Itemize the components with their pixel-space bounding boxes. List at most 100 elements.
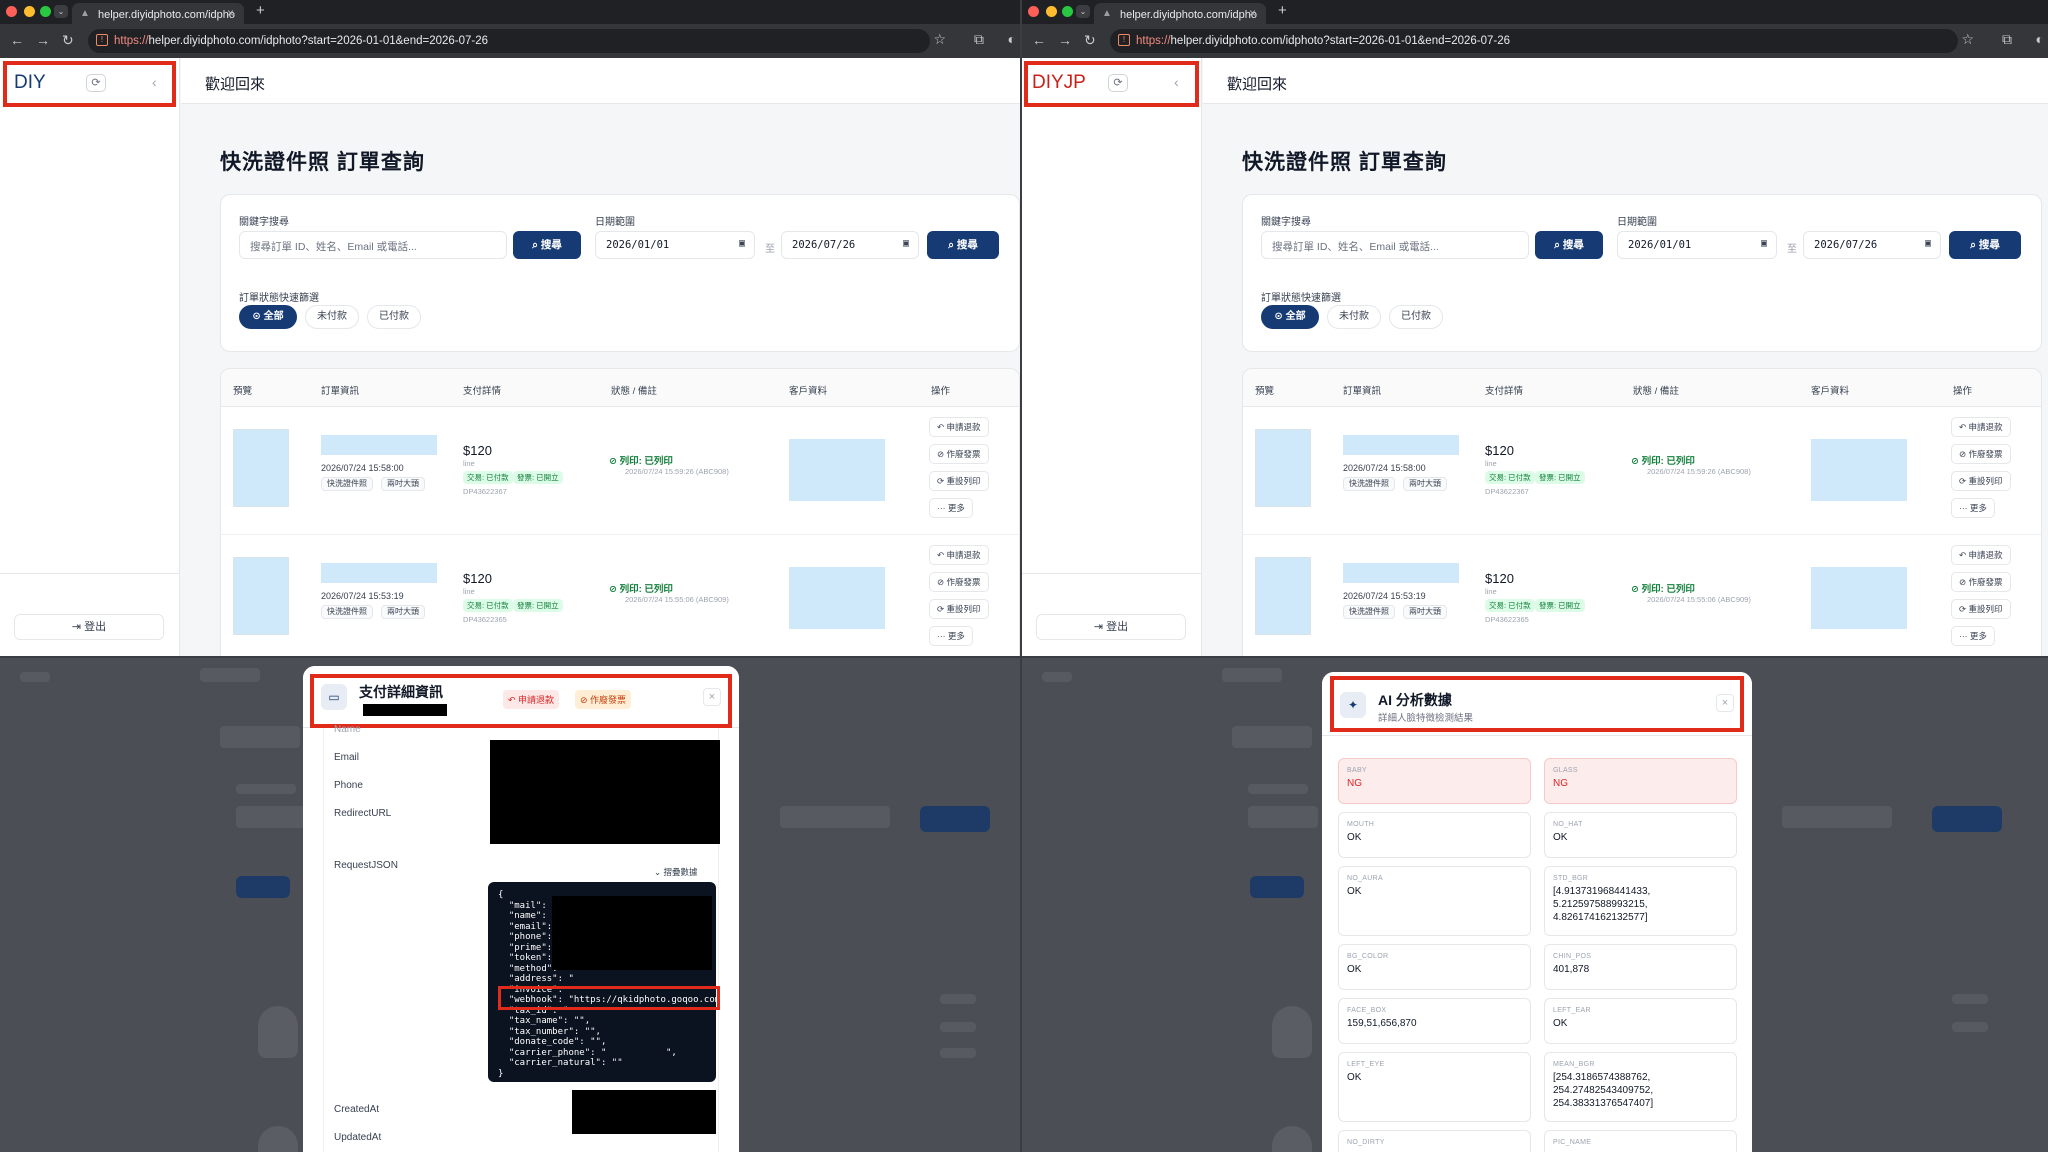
invoice-status-badge: 發票: 已開立: [513, 471, 563, 484]
calendar-icon[interactable]: ▣: [739, 238, 745, 249]
site-info-icon[interactable]: !: [1118, 34, 1130, 46]
table-row[interactable]: 2026/07/24 15:53:19 快洗證件照 兩吋大頭 $120 line…: [1243, 535, 2041, 656]
filter-paid-pill[interactable]: 已付款: [1389, 305, 1443, 329]
start-date-input[interactable]: 2026/01/01 ▣: [595, 231, 755, 259]
close-window-dot[interactable]: [6, 6, 17, 17]
calendar-icon[interactable]: ▣: [903, 238, 909, 249]
col-actions: 操作: [1953, 386, 1973, 397]
reset-print-button[interactable]: ⟳ 重設列印: [1951, 471, 2011, 491]
profile-icon[interactable]: ◐: [1008, 31, 1016, 47]
refund-button[interactable]: ↶ 申請退款: [929, 545, 989, 565]
filter-all-pill[interactable]: ⊙ 全部: [1261, 305, 1319, 329]
reload-icon[interactable]: ↻: [1084, 32, 1096, 49]
close-tab-icon[interactable]: ×: [227, 6, 238, 20]
photo-thumbnail[interactable]: [233, 557, 289, 635]
bookmark-star-icon[interactable]: ☆: [1961, 31, 1974, 48]
profile-icon[interactable]: ◐: [2036, 31, 2044, 47]
reset-print-label: 重設列印: [1968, 476, 2003, 486]
logout-button[interactable]: ⇥ 登出: [1036, 614, 1186, 640]
forward-icon[interactable]: →: [36, 32, 50, 48]
void-invoice-button[interactable]: ⊘ 作廢發票: [929, 444, 989, 464]
size-tag: 兩吋大頭: [1403, 477, 1447, 491]
photo-thumbnail[interactable]: [233, 429, 289, 507]
browser-tab[interactable]: ▲ helper.diyidphoto.com/idpho ×: [1094, 3, 1266, 24]
minimize-window-dot[interactable]: [24, 6, 35, 17]
filter-unpaid-pill[interactable]: 未付款: [1327, 305, 1381, 329]
table-row[interactable]: 2026/07/24 15:58:00 快洗證件照 兩吋大頭 $120 line…: [1243, 407, 2041, 535]
highlight-box: [3, 61, 176, 107]
top-bar: 歡迎回來: [181, 58, 1020, 104]
more-button[interactable]: ··· 更多: [1951, 498, 1995, 518]
more-button[interactable]: ··· 更多: [929, 626, 973, 646]
close-window-dot[interactable]: [1028, 6, 1039, 17]
status-filter-label: 訂單狀態快速篩選: [1261, 293, 1341, 304]
calendar-icon[interactable]: ▣: [1761, 238, 1767, 249]
table-row[interactable]: 2026/07/24 15:58:00 快洗證件照 兩吋大頭 $120 line…: [221, 407, 1019, 535]
new-tab-icon[interactable]: +: [1278, 2, 1287, 19]
payment-status-badge: 交易: 已付款: [463, 471, 513, 484]
calendar-icon[interactable]: ▣: [1925, 238, 1931, 249]
photo-thumbnail[interactable]: [1255, 557, 1311, 635]
redacted-customer-info: [1811, 439, 1907, 501]
browser-tab[interactable]: ▲ helper.diyidphoto.com/idpho ×: [72, 3, 244, 24]
filter-card: 關鍵字搜尋 搜尋訂單 ID、姓名、Email 或電話... ⌕ 搜尋 日期範圍 …: [220, 194, 1020, 352]
bookmark-star-icon[interactable]: ☆: [933, 31, 946, 48]
new-tab-icon[interactable]: +: [256, 2, 265, 19]
maximize-window-dot[interactable]: [40, 6, 51, 17]
refund-button[interactable]: ↶ 申請退款: [1951, 417, 2011, 437]
back-icon[interactable]: ←: [10, 32, 24, 48]
browser-chrome: ⌄ ▲ helper.diyidphoto.com/idpho × + ← → …: [0, 0, 1020, 58]
site-info-icon[interactable]: !: [96, 34, 108, 46]
keyword-search-input[interactable]: 搜尋訂單 ID、姓名、Email 或電話...: [1261, 231, 1529, 259]
dimmed-content: [1222, 668, 1282, 682]
reset-print-button[interactable]: ⟳ 重設列印: [1951, 599, 2011, 619]
tab-search-icon[interactable]: ⌄: [1076, 5, 1090, 18]
keyword-search-input[interactable]: 搜尋訂單 ID、姓名、Email 或電話...: [239, 231, 507, 259]
redacted-customer-info: [789, 439, 885, 501]
ai-result-key: GLASS: [1553, 767, 1578, 774]
forward-icon[interactable]: →: [1058, 32, 1072, 48]
back-icon[interactable]: ←: [1032, 32, 1046, 48]
filter-paid-pill[interactable]: 已付款: [367, 305, 421, 329]
extensions-icon[interactable]: ⧉: [974, 31, 984, 48]
reload-icon[interactable]: ↻: [62, 32, 74, 49]
end-date-input[interactable]: 2026/07/26 ▣: [781, 231, 919, 259]
start-date-input[interactable]: 2026/01/01 ▣: [1617, 231, 1777, 259]
col-customer: 客戶資料: [1811, 386, 1850, 397]
maximize-window-dot[interactable]: [1062, 6, 1073, 17]
invoice-status-badge: 發票: 已開立: [1535, 471, 1585, 484]
date-search-button[interactable]: ⌕ 搜尋: [1949, 231, 2021, 259]
detail-list: Name Email Phone RedirectURL RequestJSON…: [323, 724, 720, 1152]
end-date-input[interactable]: 2026/07/26 ▣: [1803, 231, 1941, 259]
logout-button[interactable]: ⇥ 登出: [14, 614, 164, 640]
reset-print-button[interactable]: ⟳ 重設列印: [929, 599, 989, 619]
url-field[interactable]: ! https://helper.diyidphoto.com/idphoto?…: [1110, 29, 1958, 53]
more-button[interactable]: ··· 更多: [929, 498, 973, 518]
url-field[interactable]: ! https://helper.diyidphoto.com/idphoto?…: [88, 29, 930, 53]
redacted-customer-info: [1811, 567, 1907, 629]
col-status: 狀態 / 備註: [611, 386, 657, 397]
keyword-search-button[interactable]: ⌕ 搜尋: [513, 231, 581, 259]
tab-search-icon[interactable]: ⌄: [54, 5, 68, 18]
void-invoice-button[interactable]: ⊘ 作廢發票: [1951, 444, 2011, 464]
print-status-text: 列印: 已列印: [1641, 584, 1695, 595]
more-button[interactable]: ··· 更多: [1951, 626, 1995, 646]
void-invoice-button[interactable]: ⊘ 作廢發票: [1951, 572, 2011, 592]
col-actions: 操作: [931, 386, 951, 397]
product-tag: 快洗證件照: [1343, 477, 1395, 491]
void-invoice-button[interactable]: ⊘ 作廢發票: [929, 572, 989, 592]
refund-button[interactable]: ↶ 申請退款: [929, 417, 989, 437]
filter-unpaid-pill[interactable]: 未付款: [305, 305, 359, 329]
date-search-button[interactable]: ⌕ 搜尋: [927, 231, 999, 259]
refund-button[interactable]: ↶ 申請退款: [1951, 545, 2011, 565]
collapse-data-button[interactable]: ⌄ 摺疊數據: [654, 866, 698, 878]
keyword-search-button[interactable]: ⌕ 搜尋: [1535, 231, 1603, 259]
extensions-icon[interactable]: ⧉: [2002, 31, 2012, 48]
close-tab-icon[interactable]: ×: [1249, 6, 1260, 20]
reset-print-button[interactable]: ⟳ 重設列印: [929, 471, 989, 491]
photo-thumbnail[interactable]: [1255, 429, 1311, 507]
minimize-window-dot[interactable]: [1046, 6, 1057, 17]
dimmed-content: [1248, 806, 1318, 828]
table-row[interactable]: 2026/07/24 15:53:19 快洗證件照 兩吋大頭 $120 line…: [221, 535, 1019, 656]
filter-all-pill[interactable]: ⊙ 全部: [239, 305, 297, 329]
